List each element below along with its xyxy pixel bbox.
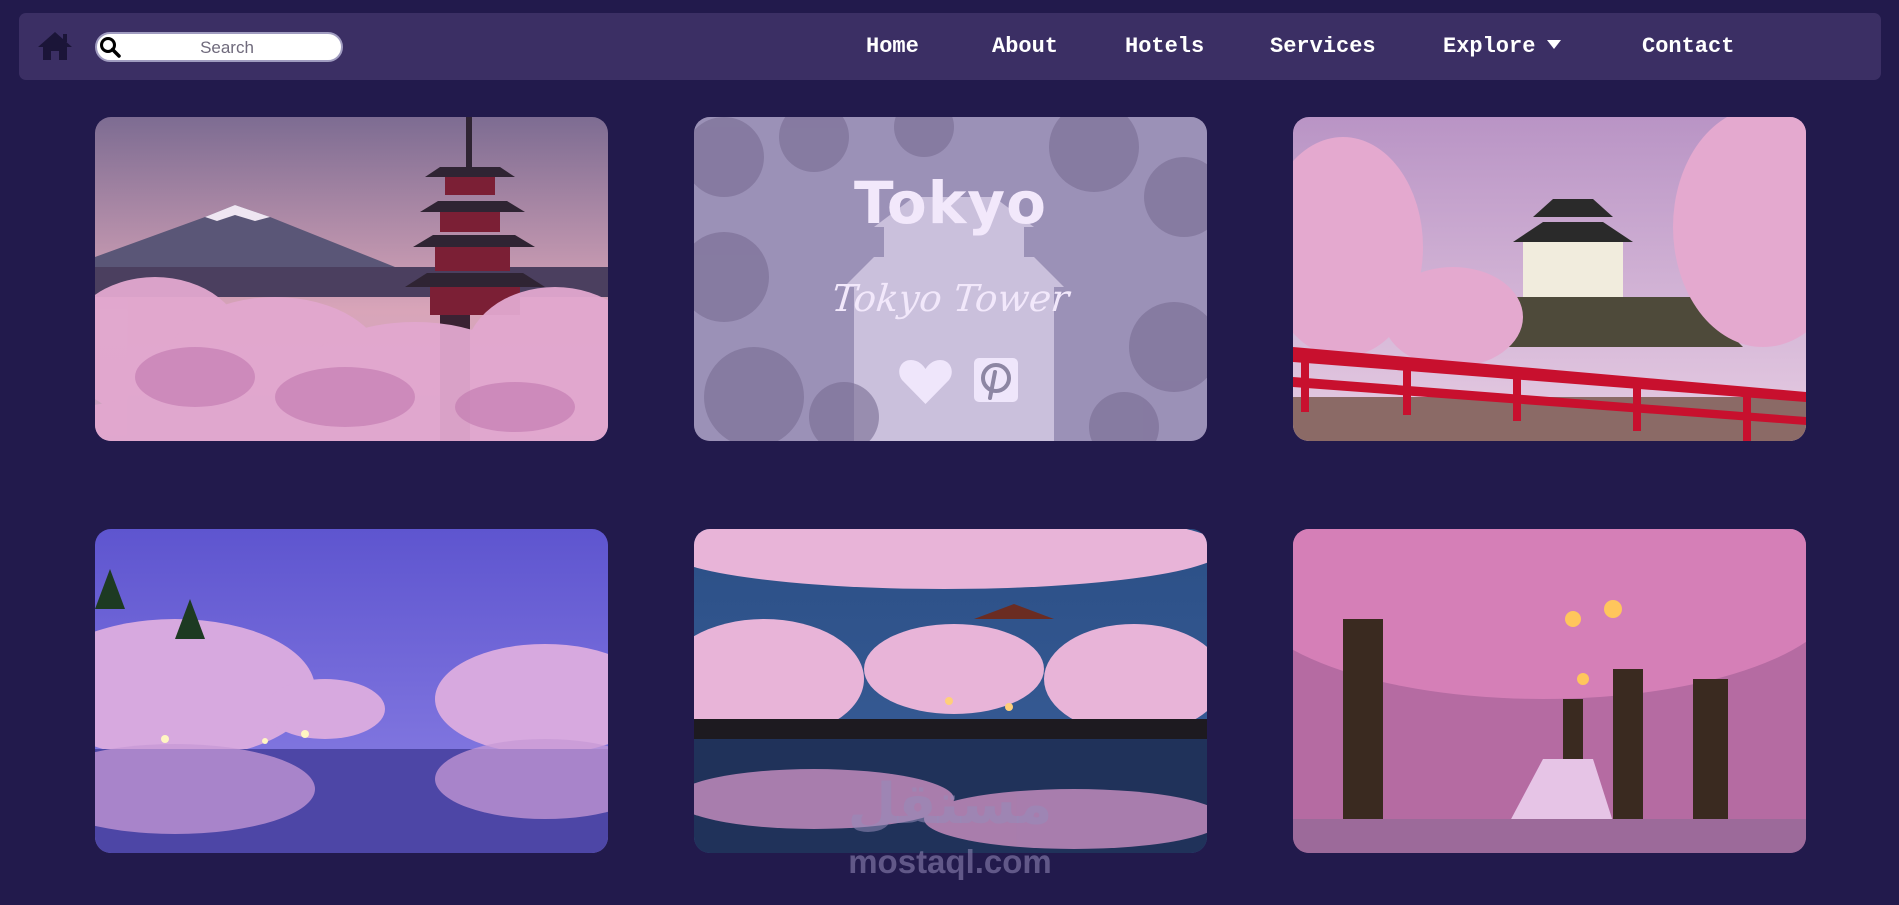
card-image — [95, 529, 608, 853]
heart-icon[interactable] — [898, 358, 953, 404]
search-bar[interactable] — [95, 32, 343, 62]
nav-about-link[interactable]: About — [992, 32, 1058, 62]
gallery-card-3[interactable] — [1293, 117, 1806, 441]
gallery-card-1[interactable] — [95, 117, 608, 441]
nav-explore-label: Explore — [1443, 34, 1536, 59]
nav-contact-link[interactable]: Contact — [1642, 32, 1734, 62]
gallery-card-6[interactable] — [1293, 529, 1806, 853]
nav-services-link[interactable]: Services — [1270, 32, 1376, 62]
navbar: Home About Hotels Services Explore Conta… — [19, 13, 1881, 80]
gallery-card-4[interactable] — [95, 529, 608, 853]
nav-home-link[interactable]: Home — [866, 32, 919, 62]
nav-explore-dropdown[interactable]: Explore — [1443, 32, 1562, 62]
home-icon[interactable] — [36, 30, 74, 62]
card-image — [1293, 529, 1806, 853]
card-image — [1293, 117, 1806, 441]
search-icon[interactable] — [99, 36, 122, 59]
card-image — [95, 117, 608, 441]
gallery-card-5[interactable] — [694, 529, 1207, 853]
card-title: Tokyo — [854, 169, 1047, 237]
search-input[interactable] — [125, 35, 329, 61]
card-image — [694, 529, 1207, 853]
nav-hotels-link[interactable]: Hotels — [1125, 32, 1204, 62]
caret-down-icon — [1547, 40, 1562, 49]
card-subtitle: Tokyo Tower — [829, 277, 1072, 320]
gallery-card-2[interactable]: Tokyo Tokyo Tower — [694, 117, 1207, 441]
pinterest-icon[interactable] — [974, 358, 1018, 402]
